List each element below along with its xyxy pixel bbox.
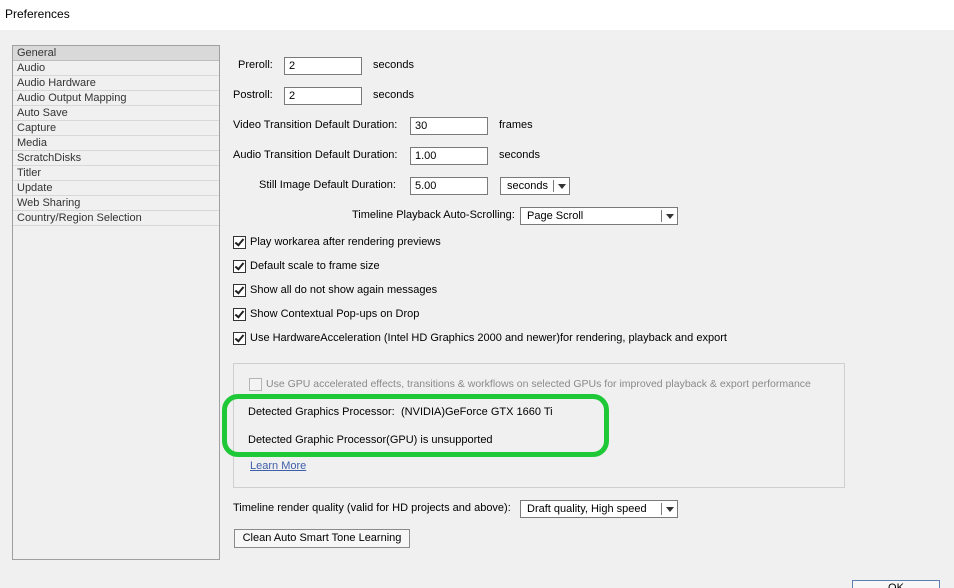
checkmark-icon: [234, 332, 245, 343]
audio-transition-unit: seconds: [499, 149, 540, 161]
still-image-unit-value: seconds: [507, 180, 548, 192]
chevron-down-icon: [558, 184, 566, 189]
checkbox-box[interactable]: [233, 284, 246, 297]
render-quality-label: Timeline render quality (valid for HD pr…: [233, 502, 511, 514]
still-image-unit-select[interactable]: seconds: [500, 177, 570, 195]
render-quality-select[interactable]: Draft quality, High speed: [520, 500, 678, 518]
postroll-input[interactable]: 2: [284, 87, 362, 105]
render-quality-value: Draft quality, High speed: [527, 503, 647, 515]
select-separator: [661, 210, 662, 222]
postroll-label: Postroll:: [233, 89, 273, 101]
checkbox-label: Use GPU accelerated effects, transitions…: [266, 378, 811, 390]
sidebar-item-audio-hardware[interactable]: Audio Hardware: [13, 76, 219, 91]
preroll-input[interactable]: 2: [284, 57, 362, 75]
sidebar-item-update[interactable]: Update: [13, 181, 219, 196]
timeline-scrolling-label: Timeline Playback Auto-Scrolling:: [352, 209, 515, 221]
select-separator: [553, 180, 554, 192]
sidebar-item-audio[interactable]: Audio: [13, 61, 219, 76]
highlight-annotation: [222, 394, 609, 457]
video-transition-unit: frames: [499, 119, 533, 131]
checkmark-icon: [234, 260, 245, 271]
video-transition-input[interactable]: 30: [410, 117, 488, 135]
clean-auto-smart-tone-button[interactable]: Clean Auto Smart Tone Learning: [234, 529, 410, 548]
checkbox-label: Default scale to frame size: [250, 260, 380, 272]
checkbox-box[interactable]: [249, 378, 262, 391]
preroll-label: Preroll:: [238, 59, 273, 71]
checkmark-icon: [234, 284, 245, 295]
ok-button[interactable]: OK: [852, 580, 940, 588]
checkmark-icon: [234, 236, 245, 247]
timeline-scrolling-value: Page Scroll: [527, 210, 584, 222]
sidebar-item-general[interactable]: General: [13, 46, 219, 61]
timeline-scrolling-select[interactable]: Page Scroll: [520, 207, 678, 225]
still-image-input[interactable]: 5.00: [410, 177, 488, 195]
preroll-unit: seconds: [373, 59, 414, 71]
checkbox-label: Use HardwareAcceleration (Intel HD Graph…: [250, 332, 727, 344]
sidebar-item-country-region[interactable]: Country/Region Selection: [13, 211, 219, 226]
sidebar-item-capture[interactable]: Capture: [13, 121, 219, 136]
preferences-category-list: General Audio Audio Hardware Audio Outpu…: [12, 45, 220, 560]
checkbox-box[interactable]: [233, 260, 246, 273]
checkbox-box[interactable]: [233, 236, 246, 249]
still-image-label: Still Image Default Duration:: [259, 179, 396, 191]
learn-more-link[interactable]: Learn More: [250, 459, 306, 473]
checkbox-label: Show Contextual Pop-ups on Drop: [250, 308, 420, 320]
chevron-down-icon: [666, 214, 674, 219]
title-bar: Preferences: [0, 0, 954, 30]
postroll-unit: seconds: [373, 89, 414, 101]
chevron-down-icon: [666, 507, 674, 512]
checkmark-icon: [234, 308, 245, 319]
sidebar-item-media[interactable]: Media: [13, 136, 219, 151]
sidebar-item-scratch-disks[interactable]: ScratchDisks: [13, 151, 219, 166]
window-title: Preferences: [5, 7, 70, 21]
sidebar-item-auto-save[interactable]: Auto Save: [13, 106, 219, 121]
checkbox-label: Play workarea after rendering previews: [250, 236, 441, 248]
checkbox-label: Show all do not show again messages: [250, 284, 438, 296]
audio-transition-label: Audio Transition Default Duration:: [233, 149, 398, 161]
sidebar-item-web-sharing[interactable]: Web Sharing: [13, 196, 219, 211]
checkbox-box[interactable]: [233, 332, 246, 345]
checkbox-box[interactable]: [233, 308, 246, 321]
select-separator: [661, 503, 662, 515]
sidebar-item-audio-output-mapping[interactable]: Audio Output Mapping: [13, 91, 219, 106]
video-transition-label: Video Transition Default Duration:: [233, 119, 398, 131]
audio-transition-input[interactable]: 1.00: [410, 147, 488, 165]
sidebar-item-titler[interactable]: Titler: [13, 166, 219, 181]
